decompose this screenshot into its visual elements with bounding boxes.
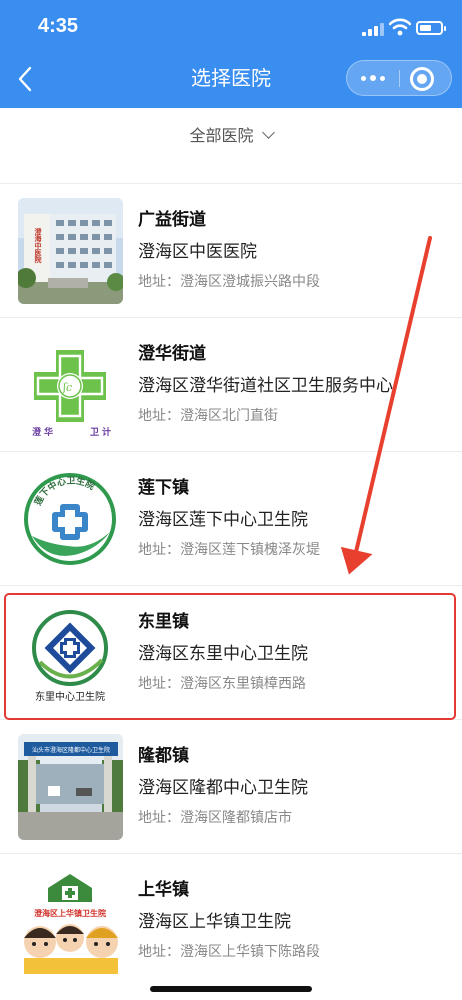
gate-sign-text: 汕头市澄海区隆都中心卫生院 bbox=[32, 746, 110, 754]
logo-char: 计 bbox=[102, 426, 111, 438]
status-bar: 4:35 bbox=[0, 0, 462, 56]
hospital-name: 澄海区隆都中心卫生院 bbox=[138, 778, 308, 798]
hospital-item[interactable]: 莲下中心卫生院 莲下镇 澄海区莲下中心卫生院 地址：澄海区莲下镇槐泽灰堤 bbox=[0, 452, 462, 586]
chevron-down-icon bbox=[261, 126, 275, 139]
wifi-icon bbox=[389, 18, 411, 36]
capsule-divider bbox=[399, 70, 400, 87]
signal-icon bbox=[362, 23, 384, 36]
green-cross-logo: ʃc 澄 华 卫 计 bbox=[18, 332, 123, 438]
hospital-district: 澄华街道 bbox=[138, 344, 206, 364]
hospital-sign-text: 澄海中医院 bbox=[34, 227, 43, 264]
hospital-name: 澄海区中医医院 bbox=[138, 242, 257, 262]
home-indicator bbox=[150, 986, 312, 992]
hospital-district: 上华镇 bbox=[138, 880, 189, 900]
hospital-name: 澄海区上华镇卫生院 bbox=[138, 912, 291, 932]
hospital-district: 莲下镇 bbox=[138, 478, 189, 498]
mini-program-capsule bbox=[346, 60, 452, 96]
status-time: 4:35 bbox=[38, 15, 79, 37]
circle-cross-logo: 莲下中心卫生院 bbox=[18, 466, 123, 572]
cartoon-family-logo: 澄海区上华镇卫生院 bbox=[18, 868, 123, 974]
hospital-item[interactable]: 澄海区上华镇卫生院 上华镇 澄海区上华镇卫生院 地址：澄海区上华镇下陈路段 bbox=[0, 854, 462, 988]
logo-char: 卫 bbox=[90, 427, 99, 438]
hospital-district: 广益街道 bbox=[138, 210, 206, 230]
hospital-name: 澄海区澄华街道社区卫生服务中心 bbox=[138, 376, 393, 396]
gate-photo: 汕头市澄海区隆都中心卫生院 bbox=[18, 734, 123, 840]
hospital-item[interactable]: 澄海中医院 广益街道 澄海区中医医院 地址：澄海区澄城振兴路中段 bbox=[0, 184, 462, 318]
nav-header: 4:35 选择医院 bbox=[0, 0, 462, 108]
hospital-district: 隆都镇 bbox=[138, 746, 189, 766]
hospital-address: 地址：澄海区北门直街 bbox=[138, 408, 278, 424]
hospital-building-photo: 澄海中医院 bbox=[18, 198, 123, 304]
logo-caption: 澄海区上华镇卫生院 bbox=[34, 908, 106, 918]
hospital-filter-bar: 全部医院 bbox=[0, 108, 462, 184]
hospital-address: 地址：澄海区澄城振兴路中段 bbox=[138, 274, 320, 290]
logo-char: 华 bbox=[44, 426, 53, 438]
filter-label: 全部医院 bbox=[189, 126, 254, 145]
battery-icon bbox=[416, 21, 446, 35]
logo-char: 澄 bbox=[32, 426, 42, 438]
hospital-address: 地址：澄海区隆都镇店市 bbox=[138, 810, 292, 826]
selection-highlight-box bbox=[4, 593, 456, 720]
hospital-address: 地址：澄海区上华镇下陈路段 bbox=[138, 944, 320, 960]
more-menu-button[interactable] bbox=[347, 61, 399, 95]
hospital-item[interactable]: ʃc 澄 华 卫 计 澄华街道 澄海区澄华街道社区卫生服务中心 地址：澄海区北门… bbox=[0, 318, 462, 452]
hospital-address: 地址：澄海区莲下镇槐泽灰堤 bbox=[138, 542, 320, 558]
hospital-item[interactable]: 汕头市澄海区隆都中心卫生院 隆都镇 澄海区隆都中心卫生院 地址：澄海区隆都镇店市 bbox=[0, 720, 462, 854]
hospital-name: 澄海区莲下中心卫生院 bbox=[138, 510, 308, 530]
close-mini-program-button[interactable] bbox=[410, 67, 434, 91]
filter-dropdown[interactable]: 全部医院 bbox=[0, 124, 462, 148]
